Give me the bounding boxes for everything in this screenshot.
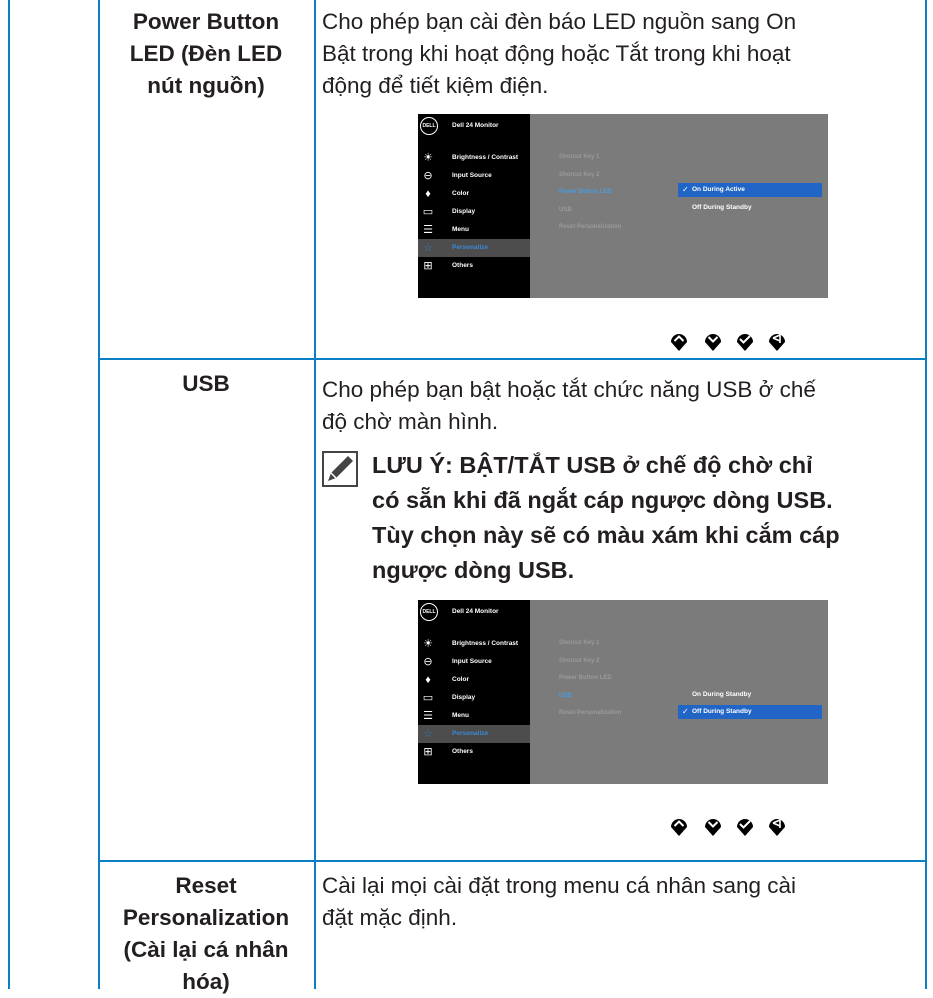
row-divider-1 xyxy=(98,358,927,360)
osd-menu-item[interactable]: ☰ Menu xyxy=(418,221,530,239)
osd-submenu-item[interactable]: Reset Personalization xyxy=(559,224,621,230)
osd-menu-item[interactable]: ☀ Brightness / Contrast xyxy=(418,635,530,653)
osd-title: Dell 24 Monitor xyxy=(452,122,499,129)
osd-menu-item[interactable]: ⊞ Others xyxy=(418,257,530,275)
osd-option[interactable]: Off During Standby xyxy=(678,201,822,215)
osd-menu-item[interactable]: ♦ Color xyxy=(418,185,530,203)
osd-sidebar: DELL Dell 24 Monitor ☀ Brightness / Contr… xyxy=(418,600,530,784)
osd-menu-item[interactable]: ⊖ Input Source xyxy=(418,653,530,671)
row-desc-usb: Cho phép bạn bật hoặc tắt chức năng USB … xyxy=(322,377,816,434)
osd-option-selected[interactable]: ✓ On During Active xyxy=(678,183,822,197)
brightness-icon: ☀ xyxy=(423,152,433,164)
osd-menu-item[interactable]: ▭ Display xyxy=(418,203,530,221)
osd-menu-item[interactable]: ▭ Display xyxy=(418,689,530,707)
row-label-power-button-led: Power Button LED (Đèn LED nút nguồn) xyxy=(129,9,283,98)
check-icon[interactable] xyxy=(735,330,755,352)
up-arrow-icon[interactable] xyxy=(669,330,689,352)
osd-screenshot-power-led: DELL Dell 24 Monitor ☀ Brightness / Contr… xyxy=(418,114,828,298)
row-label-reset-personalization: Reset Personalization (Cài lại cá nhân h… xyxy=(122,873,290,994)
osd-submenu-item[interactable]: USB xyxy=(559,207,572,213)
osd-submenu-item[interactable]: Power Button LED xyxy=(559,675,612,681)
usb-note: LƯU Ý: BẬT/TẮT USB ở chế độ chờ chỉ có s… xyxy=(322,448,927,588)
osd-submenu-item[interactable]: Shorcut Key 2 xyxy=(559,172,599,178)
row-desc-power-button-led: Cho phép bạn cài đèn báo LED nguồn sang … xyxy=(322,9,797,98)
table-border-left xyxy=(8,0,10,989)
dell-logo: DELL xyxy=(420,117,438,135)
dell-logo: DELL xyxy=(420,603,438,621)
color-icon: ♦ xyxy=(425,674,431,686)
input-source-icon: ⊖ xyxy=(423,656,433,668)
brightness-icon: ☀ xyxy=(423,638,433,650)
osd-sidebar: DELL Dell 24 Monitor ☀ Brightness / Contr… xyxy=(418,114,530,298)
back-icon[interactable] xyxy=(767,815,787,837)
star-icon: ☆ xyxy=(423,728,433,740)
table-border-col1 xyxy=(98,0,100,989)
osd-menu-item[interactable]: ⊞ Others xyxy=(418,743,530,761)
osd-option[interactable]: On During Standby xyxy=(678,688,822,702)
osd-submenu-item[interactable]: Reset Personalization xyxy=(559,710,621,716)
note-pencil-icon xyxy=(322,451,358,487)
osd-submenu-item-active[interactable]: USB xyxy=(559,693,572,699)
menu-icon: ☰ xyxy=(423,710,433,722)
down-arrow-icon[interactable] xyxy=(703,330,723,352)
osd-menu-item-selected[interactable]: ☆ Personalize xyxy=(418,725,530,743)
back-icon[interactable] xyxy=(767,330,787,352)
osd-option-selected[interactable]: ✓ Off During Standby xyxy=(678,705,822,719)
osd-submenu-item[interactable]: Shorcut Key 1 xyxy=(559,640,599,646)
display-icon: ▭ xyxy=(422,692,434,704)
check-icon[interactable] xyxy=(735,815,755,837)
osd-menu-item-selected[interactable]: ☆ Personalize xyxy=(418,239,530,257)
star-icon: ☆ xyxy=(423,242,433,254)
row-divider-2 xyxy=(98,860,927,862)
osd-submenu-item[interactable]: Shorcut Key 2 xyxy=(559,658,599,664)
row-label-usb: USB xyxy=(182,371,230,396)
menu-icon: ☰ xyxy=(423,224,433,236)
table-border-col2 xyxy=(314,0,316,989)
osd-screenshot-usb: DELL Dell 24 Monitor ☀ Brightness / Contr… xyxy=(418,600,828,784)
display-icon: ▭ xyxy=(422,206,434,218)
check-icon: ✓ xyxy=(682,185,689,194)
input-source-icon: ⊖ xyxy=(423,170,433,182)
up-arrow-icon[interactable] xyxy=(669,815,689,837)
osd-menu-item[interactable]: ☰ Menu xyxy=(418,707,530,725)
color-icon: ♦ xyxy=(425,188,431,200)
others-icon: ⊞ xyxy=(423,260,433,272)
down-arrow-icon[interactable] xyxy=(703,815,723,837)
osd-menu-item[interactable]: ☀ Brightness / Contrast xyxy=(418,149,530,167)
osd-menu-item[interactable]: ⊖ Input Source xyxy=(418,167,530,185)
osd-title: Dell 24 Monitor xyxy=(452,608,499,615)
osd-menu-item[interactable]: ♦ Color xyxy=(418,671,530,689)
others-icon: ⊞ xyxy=(423,746,433,758)
check-icon: ✓ xyxy=(682,707,689,716)
osd-submenu-item[interactable]: Shorcut Key 1 xyxy=(559,154,599,160)
osd-submenu-item-active[interactable]: Power Button LED xyxy=(559,189,612,195)
row-desc-reset-personalization: Cài lại mọi cài đặt trong menu cá nhân s… xyxy=(322,873,797,930)
